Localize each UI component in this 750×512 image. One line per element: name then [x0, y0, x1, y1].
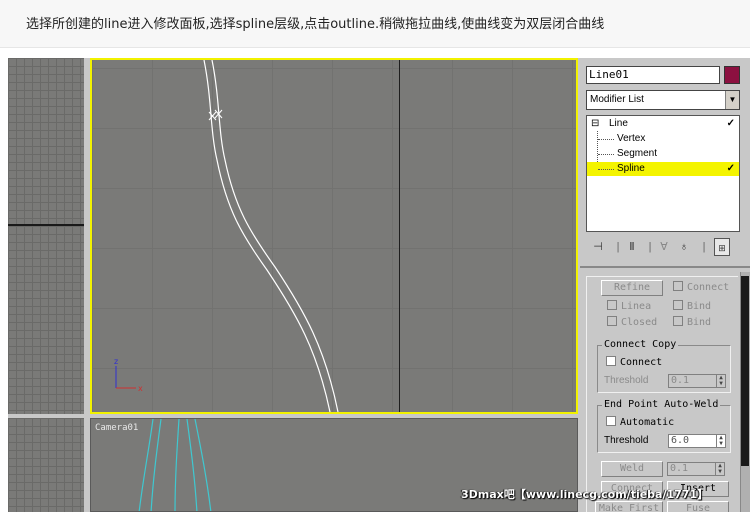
chevron-down-icon[interactable]: ▼	[725, 91, 739, 109]
stack-item-label: Spline	[617, 163, 645, 174]
end-point-weld-title: End Point Auto-Weld	[602, 399, 721, 410]
axis-x-label: x	[138, 384, 143, 393]
object-color-swatch[interactable]	[724, 66, 740, 84]
connect-checkbox[interactable]: Connect	[673, 281, 729, 295]
viewport-front-active[interactable]: z x	[90, 58, 578, 414]
stack-item-line[interactable]: ⊟ Line ✓	[587, 117, 739, 131]
connect-copy-title: Connect Copy	[602, 339, 679, 350]
remove-modifier-icon[interactable]: ♁	[676, 238, 692, 256]
outline-spline[interactable]: z x	[92, 60, 576, 412]
spline-outer[interactable]	[203, 60, 331, 412]
modifier-list-label: Modifier List	[590, 94, 644, 105]
refine-button[interactable]: Refine	[601, 280, 663, 296]
closed-checkbox[interactable]: Closed	[607, 316, 657, 330]
make-first-button[interactable]: Make First	[595, 501, 663, 512]
weld-value-spinner[interactable]: 0.1 ▲ ▼	[667, 462, 725, 476]
configure-sets-icon[interactable]: ⊞	[714, 238, 730, 256]
weld-threshold-spinner[interactable]: 6.0 ▲ ▼	[668, 434, 726, 448]
pin-stack-icon[interactable]: ⊣	[590, 238, 606, 256]
bind-last-checkbox[interactable]: Bind	[673, 316, 711, 330]
rollout-scrollbar-thumb[interactable]	[741, 276, 749, 466]
spinner-arrows-icon[interactable]: ▲ ▼	[716, 375, 725, 387]
instruction-caption: 选择所创建的line进入修改面板,选择spline层级,点击outline.稍微…	[26, 17, 605, 32]
make-unique-icon[interactable]: ∀	[656, 238, 672, 256]
connect-threshold-spinner[interactable]: 0.1 ▲ ▼	[668, 374, 726, 388]
automatic-weld-checkbox[interactable]: Automatic	[606, 416, 674, 430]
viewport-divider	[8, 224, 84, 226]
stack-item-label: Segment	[617, 148, 658, 159]
fuse-button[interactable]: Fuse	[667, 501, 729, 512]
stack-toggle-icon[interactable]: ✓	[727, 117, 735, 131]
stack-toolbar: ⊣ | Ⅱ | ∀ ♁ | ⊞	[586, 238, 740, 258]
stack-item-vertex[interactable]: Vertex	[587, 132, 739, 146]
viewport-left-bottom[interactable]	[8, 418, 84, 512]
modifier-stack[interactable]: ⊟ Line ✓ Vertex Segment Spline ✓	[586, 115, 740, 232]
viewport-left-top[interactable]	[8, 58, 84, 414]
spinner-arrows-icon[interactable]: ▲ ▼	[715, 463, 724, 475]
stack-toggle-icon[interactable]: ✓	[727, 162, 735, 176]
stack-item-segment[interactable]: Segment	[587, 147, 739, 161]
stack-item-label: Line	[609, 118, 628, 129]
tree-collapse-icon[interactable]: ⊟	[591, 117, 599, 131]
end-point-weld-group: End Point Auto-Weld Automatic Threshold …	[597, 399, 731, 453]
stack-item-spline[interactable]: Spline ✓	[587, 162, 739, 176]
forum-watermark: 3Dmax吧【www.linecg.com/tieba/1771】	[461, 488, 709, 501]
show-end-result-icon[interactable]: Ⅱ	[624, 238, 640, 256]
weld-button[interactable]: Weld	[601, 461, 663, 477]
modifier-list-dropdown[interactable]: Modifier List ▼	[586, 90, 740, 110]
object-name-field[interactable]: Line01	[586, 66, 720, 84]
instruction-band: 选择所创建的line进入修改面板,选择spline层级,点击outline.稍微…	[0, 0, 750, 48]
connect-copy-checkbox[interactable]: Connect	[606, 356, 662, 370]
linear-checkbox[interactable]: Linea	[607, 300, 651, 314]
panel-separator	[580, 266, 750, 268]
max-workspace: z x Camera01 Line01 Modifier List ▼ ⊟ Li…	[8, 58, 750, 512]
spline-inner[interactable]	[211, 60, 339, 412]
connect-threshold-label: Threshold	[604, 375, 649, 386]
axis-z-label: z	[114, 357, 118, 366]
spinner-arrows-icon[interactable]: ▲ ▼	[716, 435, 725, 447]
stack-item-label: Vertex	[617, 133, 646, 144]
bind-first-checkbox[interactable]: Bind	[673, 300, 711, 314]
weld-threshold-label: Threshold	[604, 435, 649, 446]
axis-tripod-icon: z x	[114, 357, 143, 393]
connect-copy-group: Connect Copy Connect Threshold 0.1 ▲ ▼	[597, 339, 731, 393]
command-panel: Line01 Modifier List ▼ ⊟ Line ✓ Vertex S…	[580, 58, 750, 512]
geometry-rollout: Refine Connect Linea Bind Closed Bind Co…	[586, 276, 738, 512]
